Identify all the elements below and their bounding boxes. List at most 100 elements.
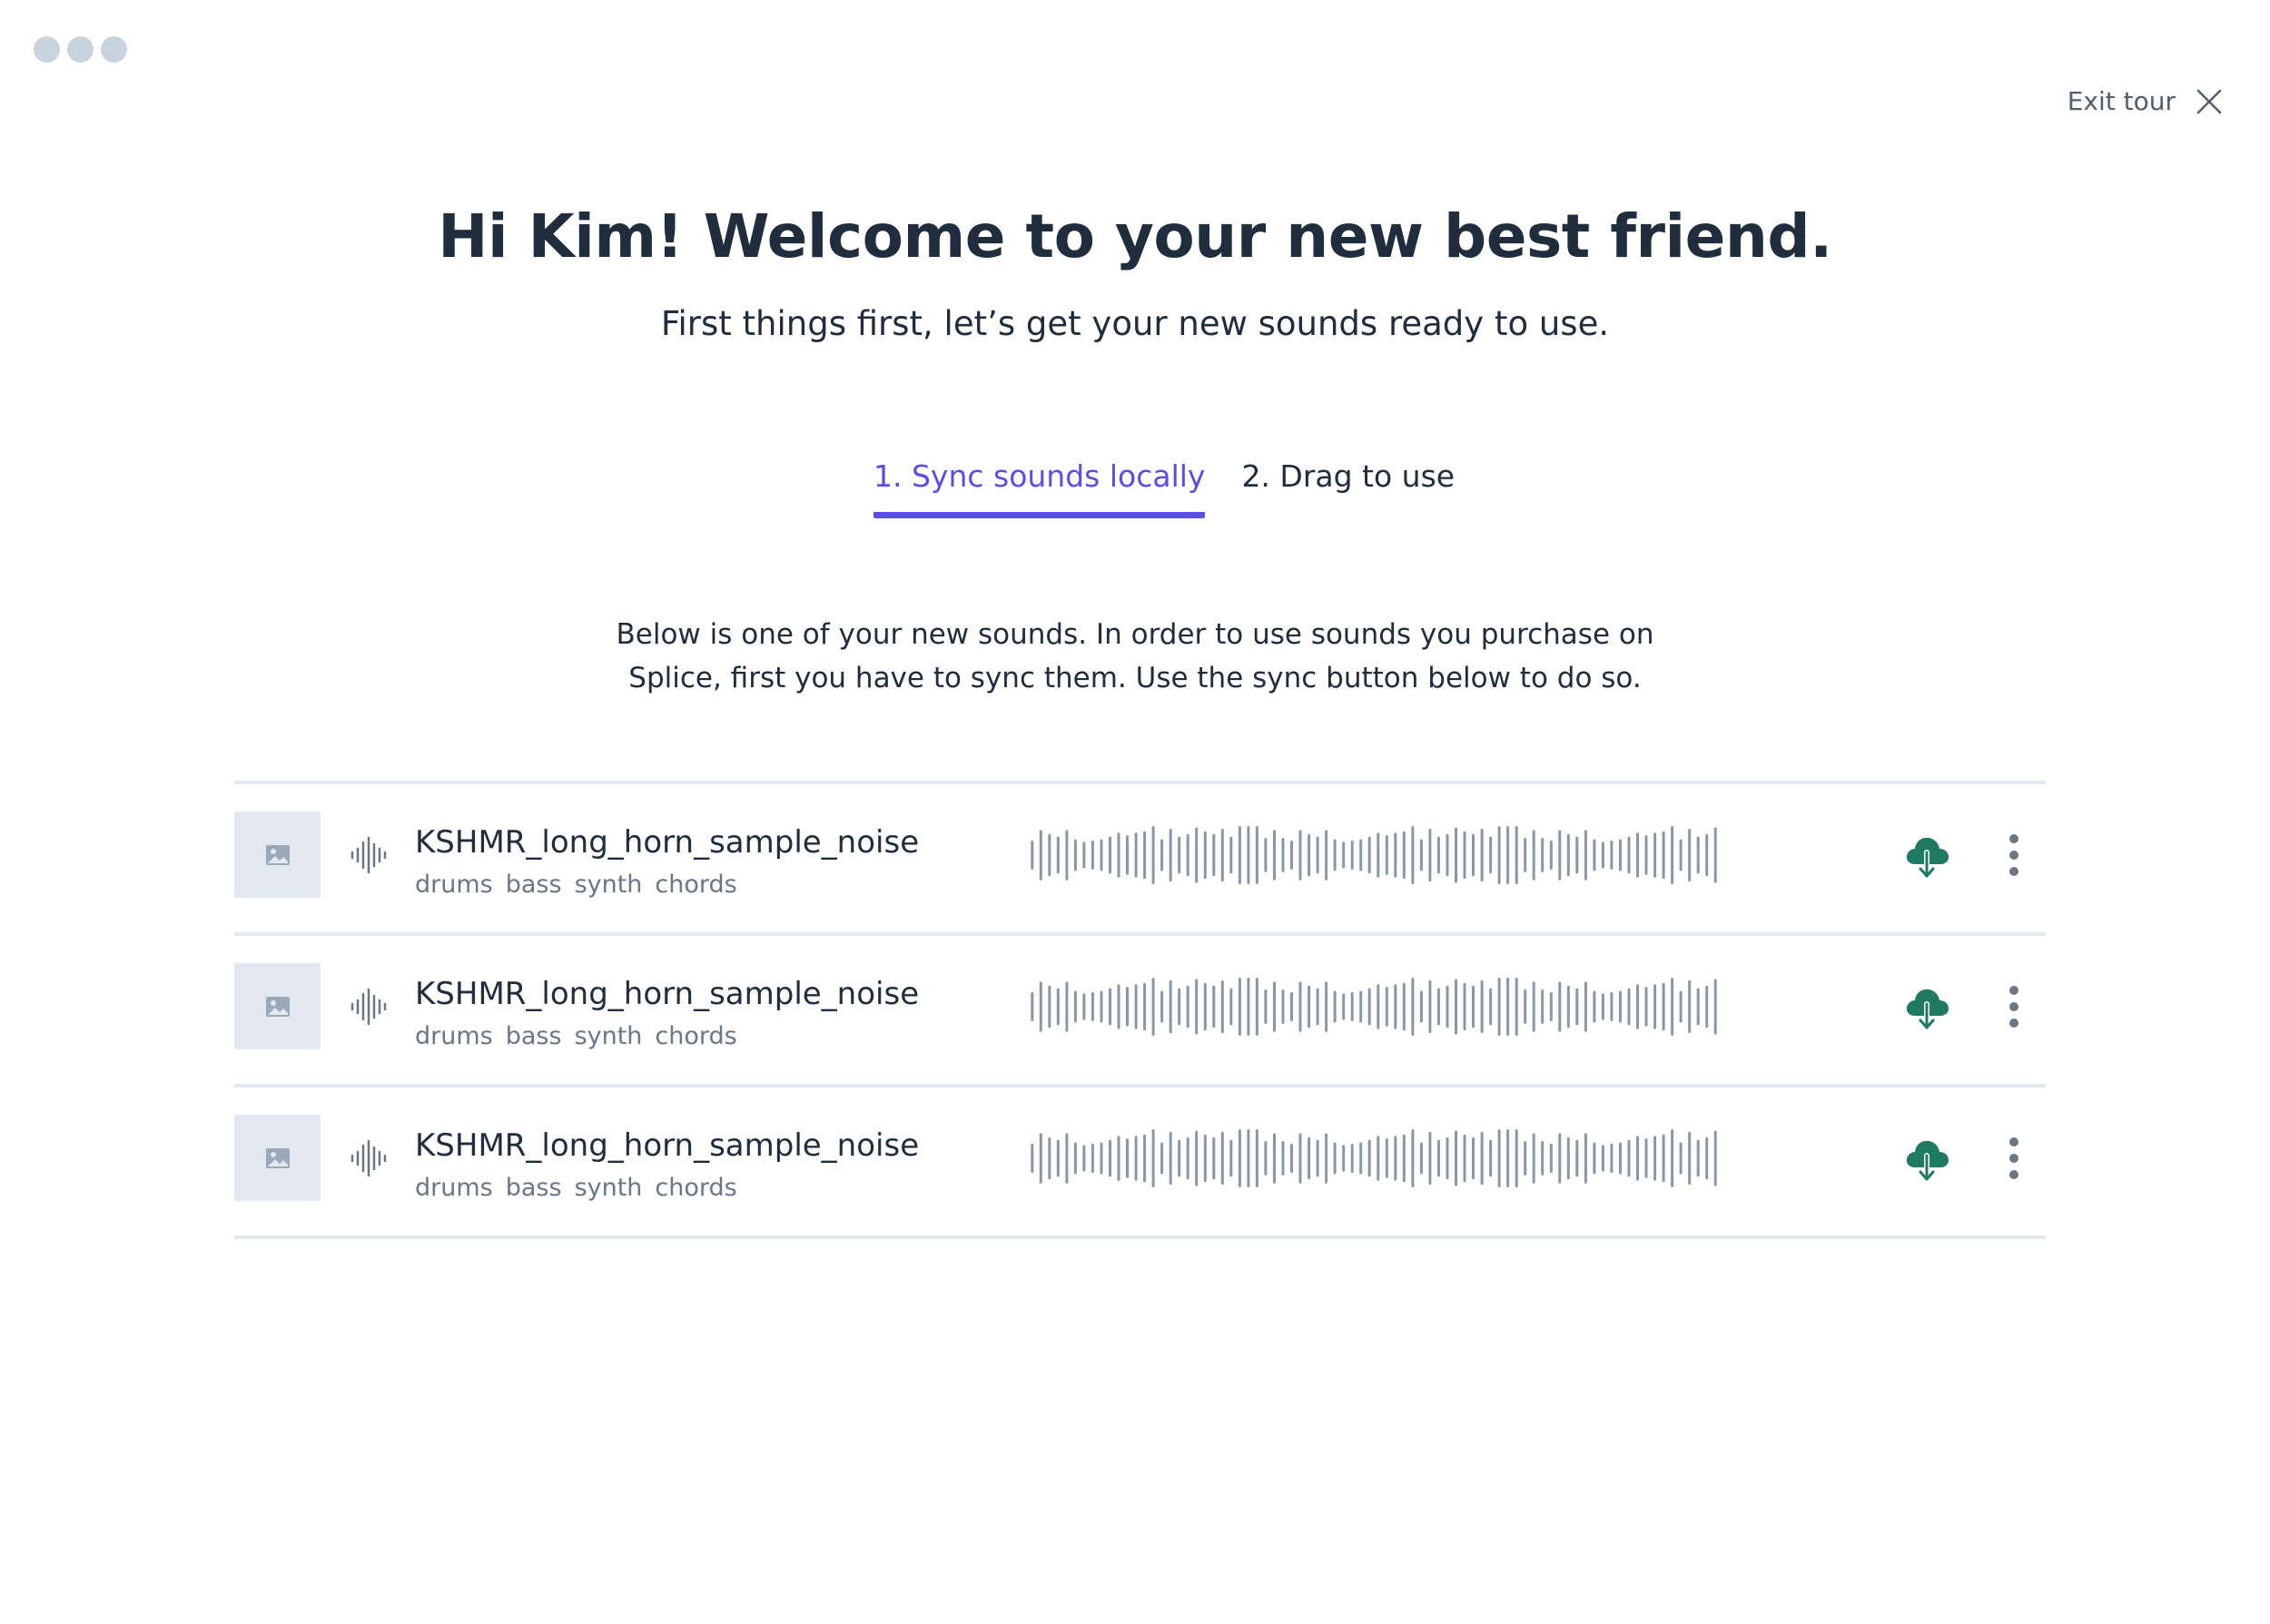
page-title: Hi Kim! Welcome to your new best friend. <box>438 202 1832 271</box>
waveform-bar <box>1558 1133 1562 1184</box>
waveform-bar <box>1220 979 1224 1034</box>
waveform-bar <box>1160 839 1164 871</box>
waveform-bar <box>1308 1137 1311 1180</box>
tag[interactable]: synth <box>575 1174 643 1202</box>
waveform-icon <box>350 1139 387 1177</box>
waveform-bar <box>1558 830 1562 881</box>
sound-waveform[interactable] <box>1028 1129 1720 1187</box>
waveform-bar <box>1238 978 1241 1036</box>
tag[interactable]: chords <box>655 1174 736 1202</box>
waveform-icon <box>350 988 387 1026</box>
tag[interactable]: drums <box>415 871 493 899</box>
waveform-bar <box>1463 1134 1466 1183</box>
image-placeholder-icon <box>265 996 290 1017</box>
tag[interactable]: synth <box>575 1022 643 1050</box>
waveform-bar <box>1308 833 1311 877</box>
waveform-bar <box>1117 1136 1120 1181</box>
tab-drag-to-use[interactable]: 2. Drag to use <box>1241 458 1455 512</box>
waveform-bar <box>1229 1139 1233 1177</box>
waveform-bar <box>1109 1139 1111 1177</box>
tag[interactable]: bass <box>506 1174 562 1202</box>
sound-tags: drums bass synth chords <box>415 871 737 899</box>
waveform-bar <box>1333 839 1337 871</box>
waveform-bar <box>1428 828 1432 882</box>
waveform-bar <box>1593 990 1596 1023</box>
waveform-bar <box>1186 985 1189 1029</box>
waveform-bar <box>1636 832 1639 878</box>
waveform-bar <box>1255 1129 1258 1187</box>
waveform-bar <box>1065 981 1069 1032</box>
waveform-bar <box>1031 840 1034 870</box>
more-vertical-icon[interactable] <box>2003 983 2025 1030</box>
waveform-bar <box>1436 1139 1440 1177</box>
waveform-bar <box>1342 993 1346 1020</box>
waveform-bar <box>1203 1134 1207 1183</box>
waveform-bar <box>1169 828 1172 882</box>
waveform-bar <box>1247 1129 1250 1187</box>
sound-row[interactable]: KSHMR_long_horn_sample_noise drums bass … <box>234 781 2046 932</box>
sound-waveform[interactable] <box>1028 826 1720 884</box>
waveform-bar <box>1671 978 1674 1036</box>
waveform-bar <box>1238 826 1241 884</box>
waveform-bar <box>1593 839 1596 871</box>
waveform-bar <box>1566 985 1570 1029</box>
tag[interactable]: bass <box>506 1022 562 1050</box>
waveform-bar <box>1419 1142 1423 1175</box>
step-description: Below is one of your new sounds. In orde… <box>0 613 2270 700</box>
waveform-bar <box>1385 1138 1388 1178</box>
waveform-bar <box>1212 985 1216 1029</box>
tag[interactable]: drums <box>415 1174 493 1202</box>
waveform-bar <box>1203 831 1207 880</box>
waveform-bar <box>1506 1129 1510 1187</box>
more-vertical-icon[interactable] <box>2003 1135 2025 1182</box>
waveform-bar <box>1220 828 1224 882</box>
waveform-bar <box>1489 1139 1493 1177</box>
waveform-bar <box>1238 1129 1241 1187</box>
waveform-bar <box>1377 984 1380 1029</box>
waveform-bar <box>1117 832 1120 878</box>
waveform-bar <box>1419 990 1423 1023</box>
waveform-bar <box>1455 1130 1457 1186</box>
tab-sync-sounds[interactable]: 1. Sync sounds locally <box>873 458 1206 518</box>
window-controls <box>34 36 127 63</box>
more-vertical-icon[interactable] <box>2003 832 2025 879</box>
waveform-bar <box>1584 830 1587 881</box>
waveform-bar <box>1126 835 1129 875</box>
tag[interactable]: drums <box>415 1022 493 1050</box>
waveform-bar <box>1100 1142 1103 1175</box>
cloud-download-icon[interactable] <box>1903 830 1950 881</box>
waveform-bar <box>1644 835 1648 875</box>
waveform-bar <box>1524 989 1527 1024</box>
description-line: Below is one of your new sounds. In orde… <box>616 618 1654 651</box>
waveform-bar <box>1298 1133 1302 1184</box>
waveform-bar <box>1091 991 1094 1021</box>
tag[interactable]: bass <box>506 871 562 899</box>
tag[interactable]: chords <box>655 1022 736 1050</box>
waveform-bar <box>1178 836 1181 874</box>
waveform-bar <box>1178 1139 1181 1177</box>
waveform-bar <box>1212 833 1216 877</box>
waveform-bar <box>1031 991 1034 1021</box>
sound-row[interactable]: KSHMR_long_horn_sample_noise drums bass … <box>234 932 2046 1084</box>
waveform-bar <box>1178 988 1181 1026</box>
tag[interactable]: chords <box>655 871 736 899</box>
waveform-bar <box>1186 1137 1189 1180</box>
waveform-bar <box>1316 1139 1319 1177</box>
sound-row[interactable]: KSHMR_long_horn_sample_noise drums bass … <box>234 1084 2046 1239</box>
exit-tour-button[interactable]: Exit tour <box>2068 86 2223 116</box>
waveform-bar <box>1350 1143 1354 1173</box>
waveform-bar <box>1359 839 1363 871</box>
waveform-bar <box>1359 1142 1363 1175</box>
waveform-bar <box>1126 987 1129 1027</box>
cloud-download-icon[interactable] <box>1903 981 1950 1032</box>
sound-waveform[interactable] <box>1028 978 1720 1036</box>
waveform-bar <box>1367 1139 1371 1177</box>
waveform-bar <box>1679 1142 1683 1175</box>
waveform-bar <box>1220 1131 1224 1186</box>
waveform-bar <box>1377 832 1380 878</box>
tag[interactable]: synth <box>575 871 643 899</box>
waveform-bar <box>1325 981 1328 1032</box>
cloud-download-icon[interactable] <box>1903 1133 1950 1184</box>
waveform-bar <box>1073 839 1077 871</box>
waveform-bar <box>1472 833 1475 877</box>
